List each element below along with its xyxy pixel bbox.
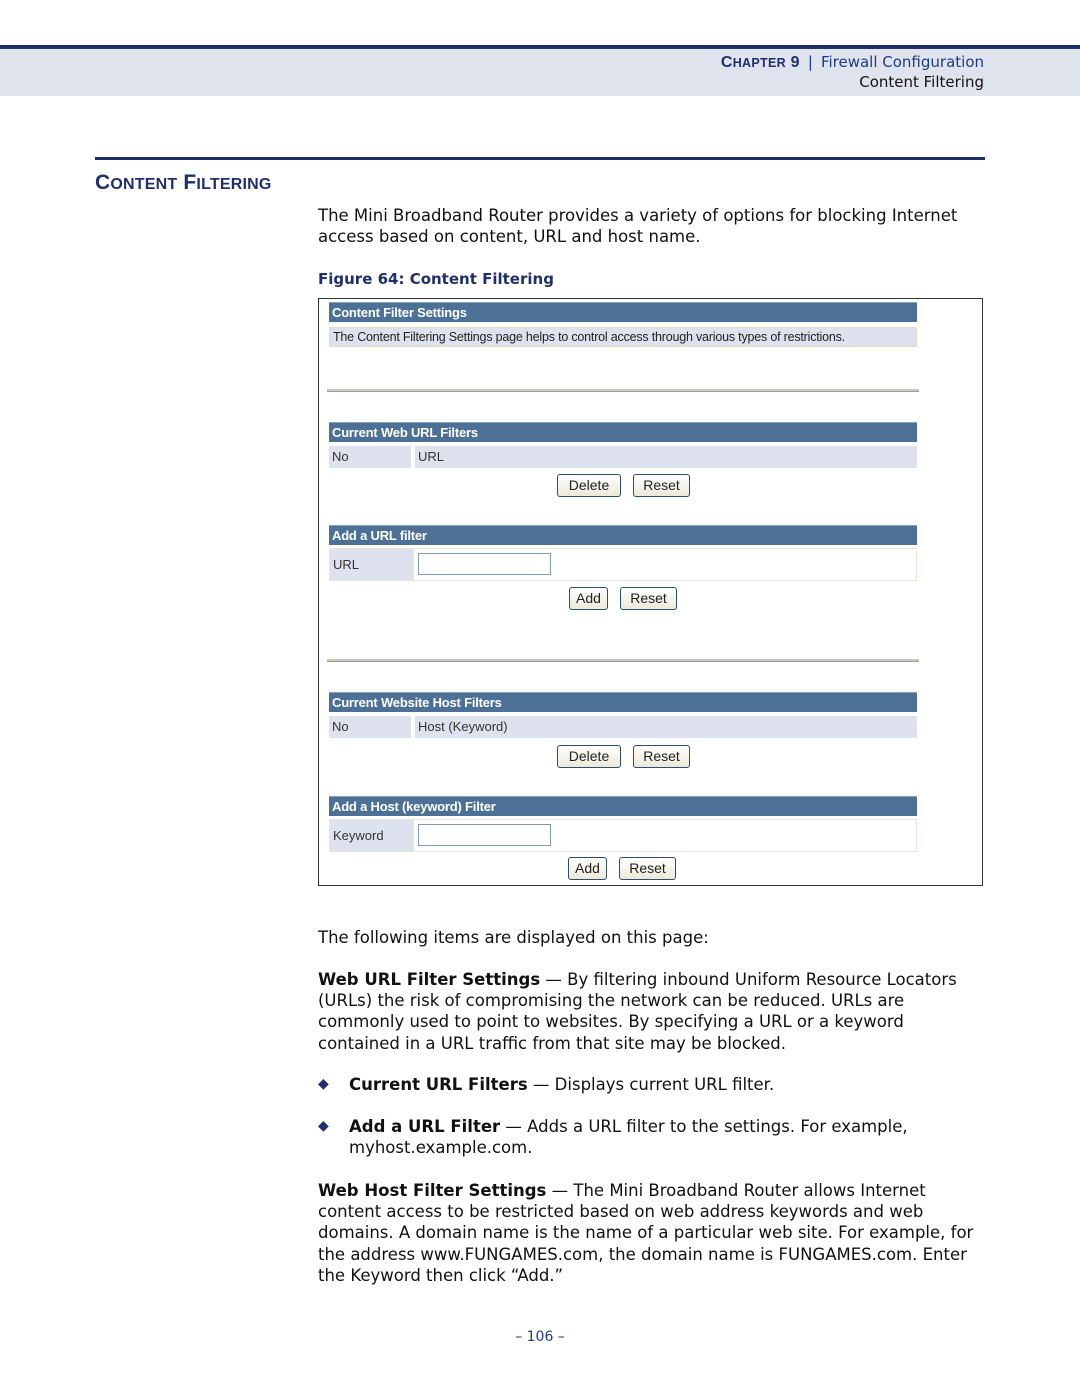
- url-filters-title-bar: Current Web URL Filters: [329, 422, 917, 442]
- chapter-title: Firewall Configuration: [820, 53, 984, 71]
- settings-title-bar: Content Filter Settings: [329, 302, 917, 322]
- host-filters-title-bar: Current Website Host Filters: [329, 692, 917, 712]
- diamond-icon: ◆: [318, 1076, 329, 1092]
- header-separator: |: [807, 53, 813, 71]
- column-header-host: Host (Keyword): [415, 716, 917, 738]
- reset-host-list-button[interactable]: Reset: [633, 745, 690, 768]
- add-url-title-bar: Add a URL filter: [329, 525, 917, 545]
- column-header-no: No: [329, 716, 413, 738]
- figure-screenshot: Content Filter Settings The Content Filt…: [318, 298, 983, 886]
- reset-host-form-button[interactable]: Reset: [619, 857, 676, 880]
- add-url-button[interactable]: Add: [569, 587, 608, 610]
- delete-host-button[interactable]: Delete: [557, 745, 621, 768]
- items-intro: The following items are displayed on thi…: [318, 928, 709, 947]
- divider: [327, 389, 919, 392]
- bullet-add-url-filter: Add a URL Filter — Adds a URL filter to …: [349, 1116, 964, 1158]
- column-header-url: URL: [415, 446, 917, 468]
- web-host-paragraph: Web Host Filter Settings — The Mini Broa…: [318, 1180, 983, 1286]
- web-url-paragraph: Web URL Filter Settings — By filtering i…: [318, 969, 988, 1054]
- delete-url-button[interactable]: Delete: [557, 474, 621, 497]
- term: Current URL Filters: [349, 1075, 528, 1094]
- column-header-no: No: [329, 446, 413, 468]
- reset-url-form-button[interactable]: Reset: [620, 587, 677, 610]
- running-header: CHAPTER 9 | Firewall Configuration: [721, 53, 984, 72]
- header-section: Content Filtering: [859, 73, 984, 91]
- url-input[interactable]: [418, 553, 551, 575]
- section-title: CONTENT FILTERING: [95, 171, 272, 194]
- add-url-row: URL: [329, 548, 917, 581]
- chapter-label: CHAPTER 9: [720, 54, 800, 71]
- reset-url-list-button[interactable]: Reset: [633, 474, 690, 497]
- add-host-row: Keyword: [329, 819, 917, 852]
- url-field-label: URL: [330, 549, 414, 580]
- page-number: – 106 –: [515, 1329, 565, 1345]
- add-host-button[interactable]: Add: [568, 857, 607, 880]
- figure-caption: Figure 64: Content Filtering: [318, 270, 554, 288]
- keyword-field-label: Keyword: [330, 820, 414, 851]
- definition: — Displays current URL filter.: [527, 1075, 775, 1094]
- add-host-title-bar: Add a Host (keyword) Filter: [329, 796, 917, 816]
- divider: [327, 659, 919, 662]
- term: Web Host Filter Settings: [318, 1181, 547, 1200]
- settings-description: The Content Filtering Settings page help…: [329, 327, 917, 347]
- url-filters-header-row: No URL: [329, 446, 917, 468]
- term: Add a URL Filter: [349, 1117, 501, 1136]
- host-filters-header-row: No Host (Keyword): [329, 716, 917, 738]
- bullet-current-url-filters: Current URL Filters — Displays current U…: [349, 1074, 989, 1095]
- term: Web URL Filter Settings: [318, 970, 541, 989]
- intro-paragraph: The Mini Broadband Router provides a var…: [318, 206, 958, 247]
- diamond-icon: ◆: [318, 1118, 329, 1134]
- keyword-input[interactable]: [418, 824, 551, 846]
- section-rule: [95, 157, 985, 160]
